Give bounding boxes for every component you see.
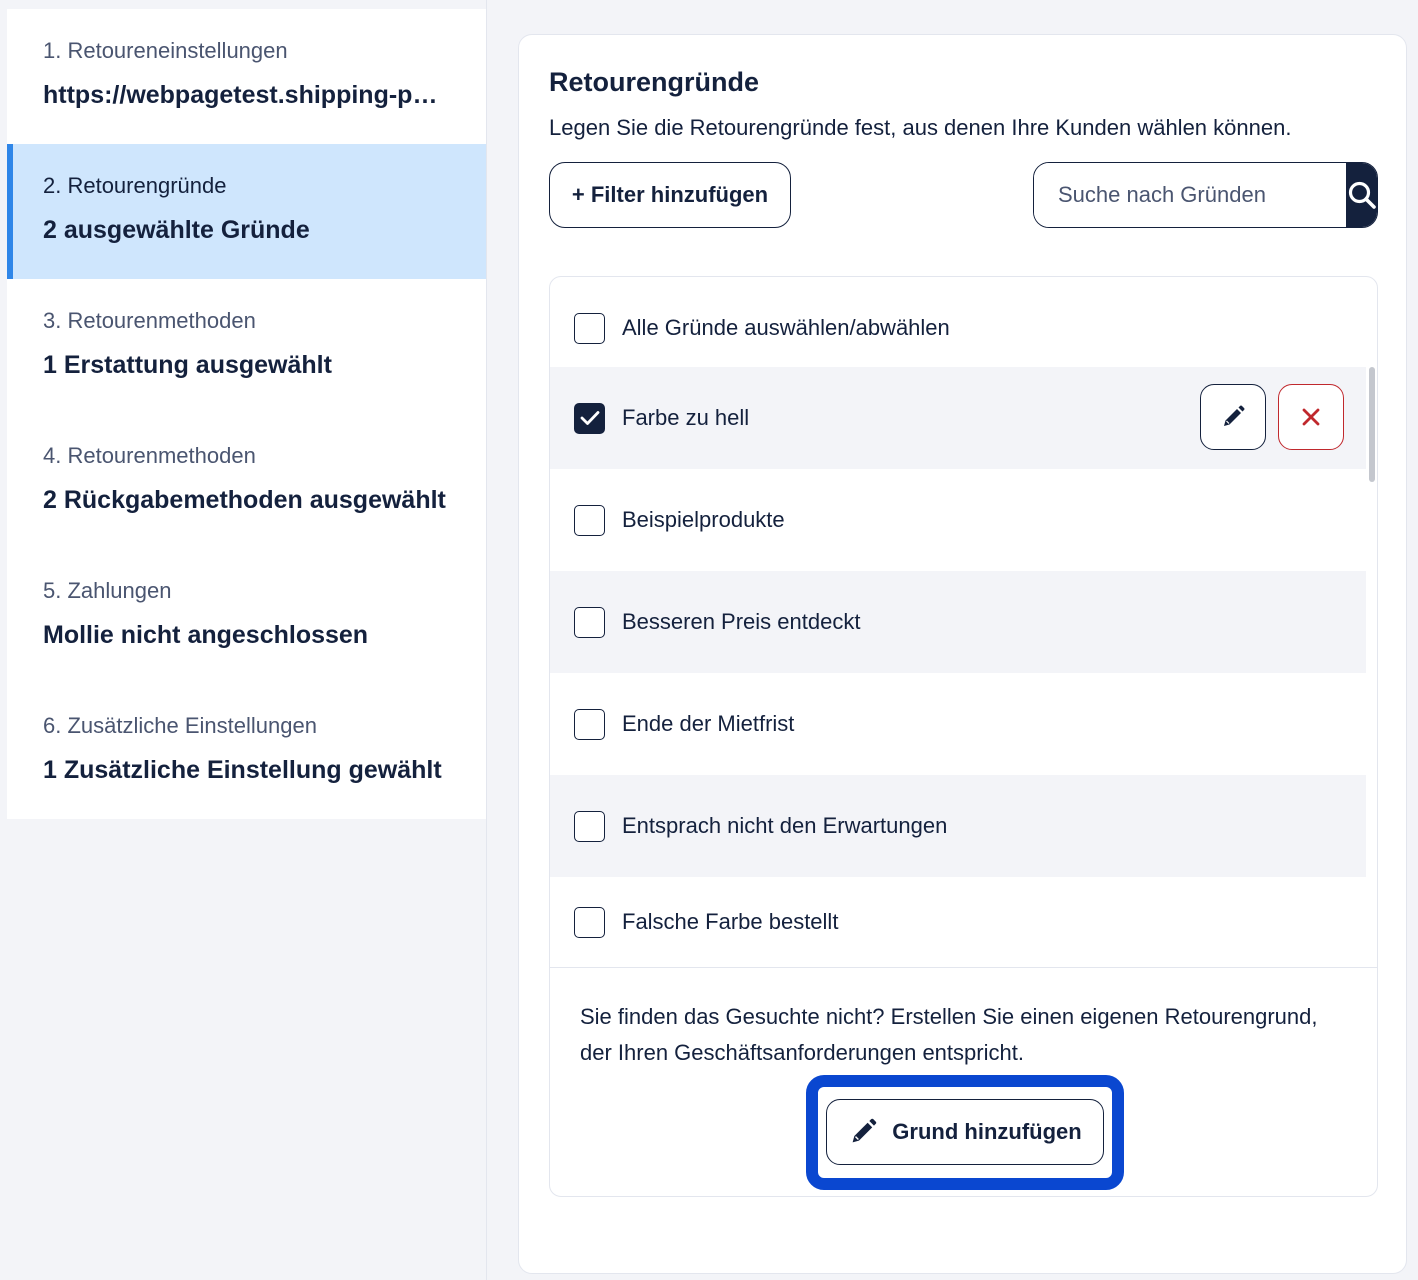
custom-reason-hint: Sie finden das Gesuchte nicht? Erstellen… [580, 1004, 1318, 1065]
list-item[interactable]: Besseren Preis entdeckt [550, 571, 1368, 673]
step-title: 2. Retourengründe [43, 173, 227, 198]
select-all-row[interactable]: Alle Gründe auswählen/abwählen [550, 277, 1368, 379]
step-value: Mollie nicht angeschlossen [43, 621, 369, 649]
reason-label: Ende der Mietfrist [622, 711, 795, 736]
add-reason-label: Grund hinzufügen [892, 1119, 1082, 1144]
step-value: 1 Zusätzliche Einstellung gewählt [43, 756, 442, 784]
step-value: 2 Rückgabemethoden ausgewählt [43, 486, 446, 514]
search-input[interactable] [1034, 163, 1346, 227]
select-all-checkbox[interactable] [574, 312, 605, 344]
steps-sidebar: 1. Retoureneinstellungen https://webpage… [7, 9, 486, 819]
reason-checkbox[interactable] [574, 504, 605, 536]
add-filter-button[interactable]: + Filter hinzufügen [549, 162, 791, 228]
delete-reason-button[interactable] [1278, 384, 1344, 450]
step-title: 6. Zusätzliche Einstellungen [43, 713, 317, 738]
select-all-label: Alle Gründe auswählen/abwählen [622, 315, 950, 340]
divider [550, 967, 1377, 968]
step-zahlungen[interactable]: 5. Zahlungen Mollie nicht angeschlossen [7, 549, 486, 684]
list-item[interactable]: Farbe zu hell [550, 367, 1368, 469]
step-title: 5. Zahlungen [43, 578, 172, 603]
reason-checkbox[interactable] [574, 810, 605, 842]
step-value: https://webpagetest.shipping-po… [43, 81, 450, 109]
step-retourenmethoden-erstattung[interactable]: 3. Retourenmethoden 1 Erstattung ausgewä… [7, 279, 486, 414]
sidebar-divider [486, 0, 487, 1280]
pencil-icon [852, 1118, 877, 1143]
list-scrollbar[interactable] [1366, 367, 1377, 967]
step-title: 3. Retourenmethoden [43, 308, 256, 333]
reason-label: Entsprach nicht den Erwartungen [622, 813, 948, 838]
pencil-icon [1224, 405, 1245, 426]
reason-checkbox[interactable] [574, 906, 605, 938]
list-item[interactable]: Beispielprodukte [550, 469, 1368, 571]
edit-reason-button[interactable] [1200, 384, 1266, 450]
step-title: 1. Retoureneinstellungen [43, 38, 288, 63]
step-zusaetzliche-einstellungen[interactable]: 6. Zusätzliche Einstellungen 1 Zusätzlic… [7, 684, 486, 819]
list-item[interactable]: Entsprach nicht den Erwartungen [550, 775, 1368, 877]
checkmark-icon [580, 411, 599, 425]
list-item[interactable]: Ende der Mietfrist [550, 673, 1368, 775]
reason-label: Besseren Preis entdeckt [622, 609, 861, 634]
page-subtitle: Legen Sie die Retourengründe fest, aus d… [549, 115, 1292, 140]
page-title: Retourengründe [549, 67, 760, 97]
add-reason-highlight: Grund hinzufügen [806, 1075, 1124, 1190]
step-value: 1 Erstattung ausgewählt [43, 351, 332, 379]
reason-label: Beispielprodukte [622, 507, 785, 532]
add-reason-button[interactable]: Grund hinzufügen [826, 1099, 1104, 1165]
reason-checkbox[interactable] [574, 708, 605, 740]
reason-label: Falsche Farbe bestellt [622, 909, 839, 934]
step-retourengruende[interactable]: 2. Retourengründe 2 ausgewählte Gründe [7, 144, 486, 279]
step-title: 4. Retourenmethoden [43, 443, 256, 468]
return-reasons-card: Retourengründe Legen Sie die Retourengrü… [518, 34, 1407, 1274]
step-retoureneinstellungen[interactable]: 1. Retoureneinstellungen https://webpage… [7, 9, 486, 144]
close-icon [1302, 408, 1320, 426]
search-icon [1348, 181, 1376, 209]
list-item[interactable]: Falsche Farbe bestellt [550, 877, 1368, 967]
reason-checkbox[interactable] [574, 402, 605, 434]
step-retourenmethoden-rueckgabe[interactable]: 4. Retourenmethoden 2 Rückgabemethoden a… [7, 414, 486, 549]
search-button[interactable] [1346, 163, 1377, 227]
search-box [1033, 162, 1378, 228]
row-actions [1200, 384, 1344, 450]
reasons-list: Alle Gründe auswählen/abwählen Farbe zu … [549, 276, 1378, 1197]
step-value: 2 ausgewählte Gründe [43, 216, 310, 244]
reason-checkbox[interactable] [574, 606, 605, 638]
reason-label: Farbe zu hell [622, 405, 750, 430]
scroll-thumb[interactable] [1369, 367, 1375, 482]
